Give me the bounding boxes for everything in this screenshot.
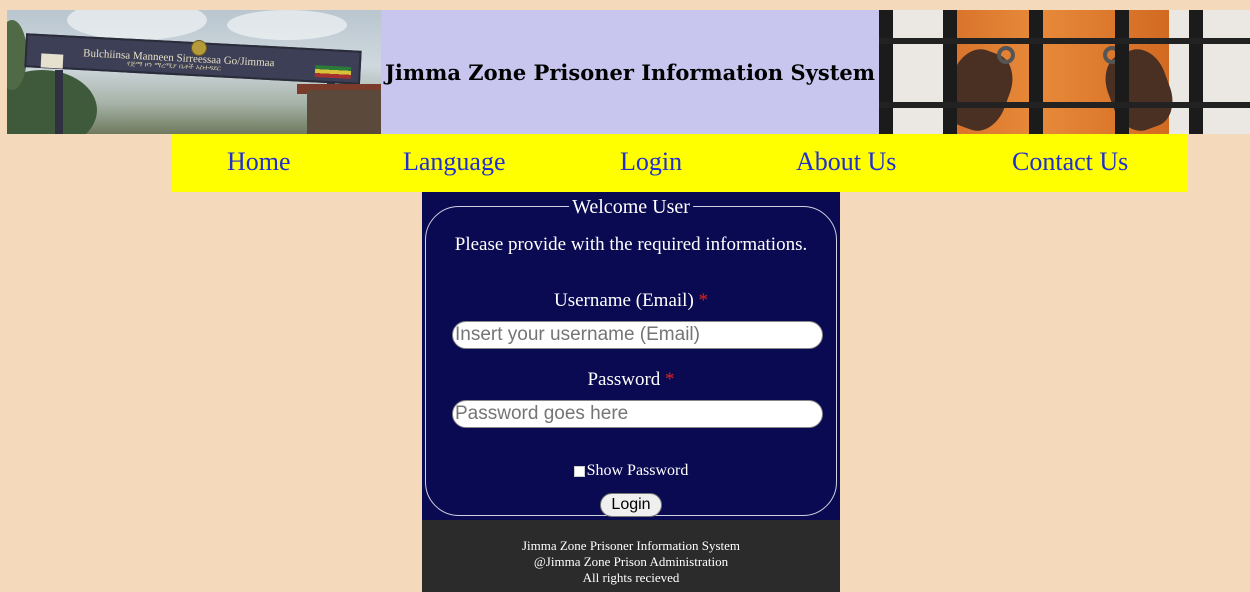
building [307, 90, 381, 134]
login-panel: Welcome User Please provide with the req… [422, 192, 840, 520]
prison-gate-image: Bulchiinsa Manneen Sirreessaa Go/Jimmaa … [7, 10, 381, 134]
login-legend: Welcome User [569, 196, 693, 219]
prison-bar [1029, 10, 1043, 134]
gate-pole [55, 70, 63, 134]
password-label: Password * [422, 369, 840, 391]
prison-bar [1189, 10, 1203, 134]
required-mark: * [665, 369, 675, 390]
show-password-checkbox[interactable] [573, 465, 585, 477]
page: Bulchiinsa Manneen Sirreessaa Go/Jimmaa … [7, 10, 1250, 592]
footer-line-rights: All rights recieved [582, 570, 680, 585]
footer: Jimma Zone Prisoner Information System @… [422, 520, 840, 592]
site-title: Jimma Zone Prisoner Information System [385, 59, 875, 85]
username-label: Username (Email) * [422, 290, 840, 312]
show-password-row: Show Password [422, 462, 840, 480]
prison-bar [943, 10, 957, 134]
nav-contact-us[interactable]: Contact Us [1012, 147, 1128, 177]
prison-bar [879, 10, 893, 134]
footer-line-admin: @Jimma Zone Prison Administration [533, 554, 729, 569]
header-banner: Bulchiinsa Manneen Sirreessaa Go/Jimmaa … [7, 10, 1250, 134]
seal-icon [191, 40, 207, 56]
required-mark: * [698, 290, 709, 311]
password-input[interactable] [452, 400, 823, 428]
show-password-label: Show Password [586, 462, 689, 479]
nav-home[interactable]: Home [227, 147, 291, 177]
prison-bar [1115, 10, 1129, 134]
site-title-box: Jimma Zone Prisoner Information System [381, 10, 879, 134]
main-nav: Home Language Login About Us Contact Us [172, 134, 1188, 192]
footer-line-title: Jimma Zone Prisoner Information System [521, 538, 741, 553]
cloud [227, 10, 347, 40]
prison-crossbar [879, 38, 1250, 44]
flag-icon [314, 65, 352, 79]
login-instructions: Please provide with the required informa… [454, 234, 808, 255]
username-label-text: Username (Email) [553, 290, 694, 311]
password-label-text: Password [587, 369, 661, 390]
nav-language[interactable]: Language [403, 147, 506, 177]
gate-emblem [40, 53, 64, 69]
username-input[interactable] [452, 321, 823, 349]
login-button[interactable]: Login [600, 493, 662, 517]
prisoner-bars-image [879, 10, 1250, 134]
handcuff-icon [997, 46, 1015, 64]
prison-crossbar [879, 102, 1250, 108]
nav-about-us[interactable]: About Us [796, 147, 896, 177]
nav-login[interactable]: Login [620, 147, 682, 177]
